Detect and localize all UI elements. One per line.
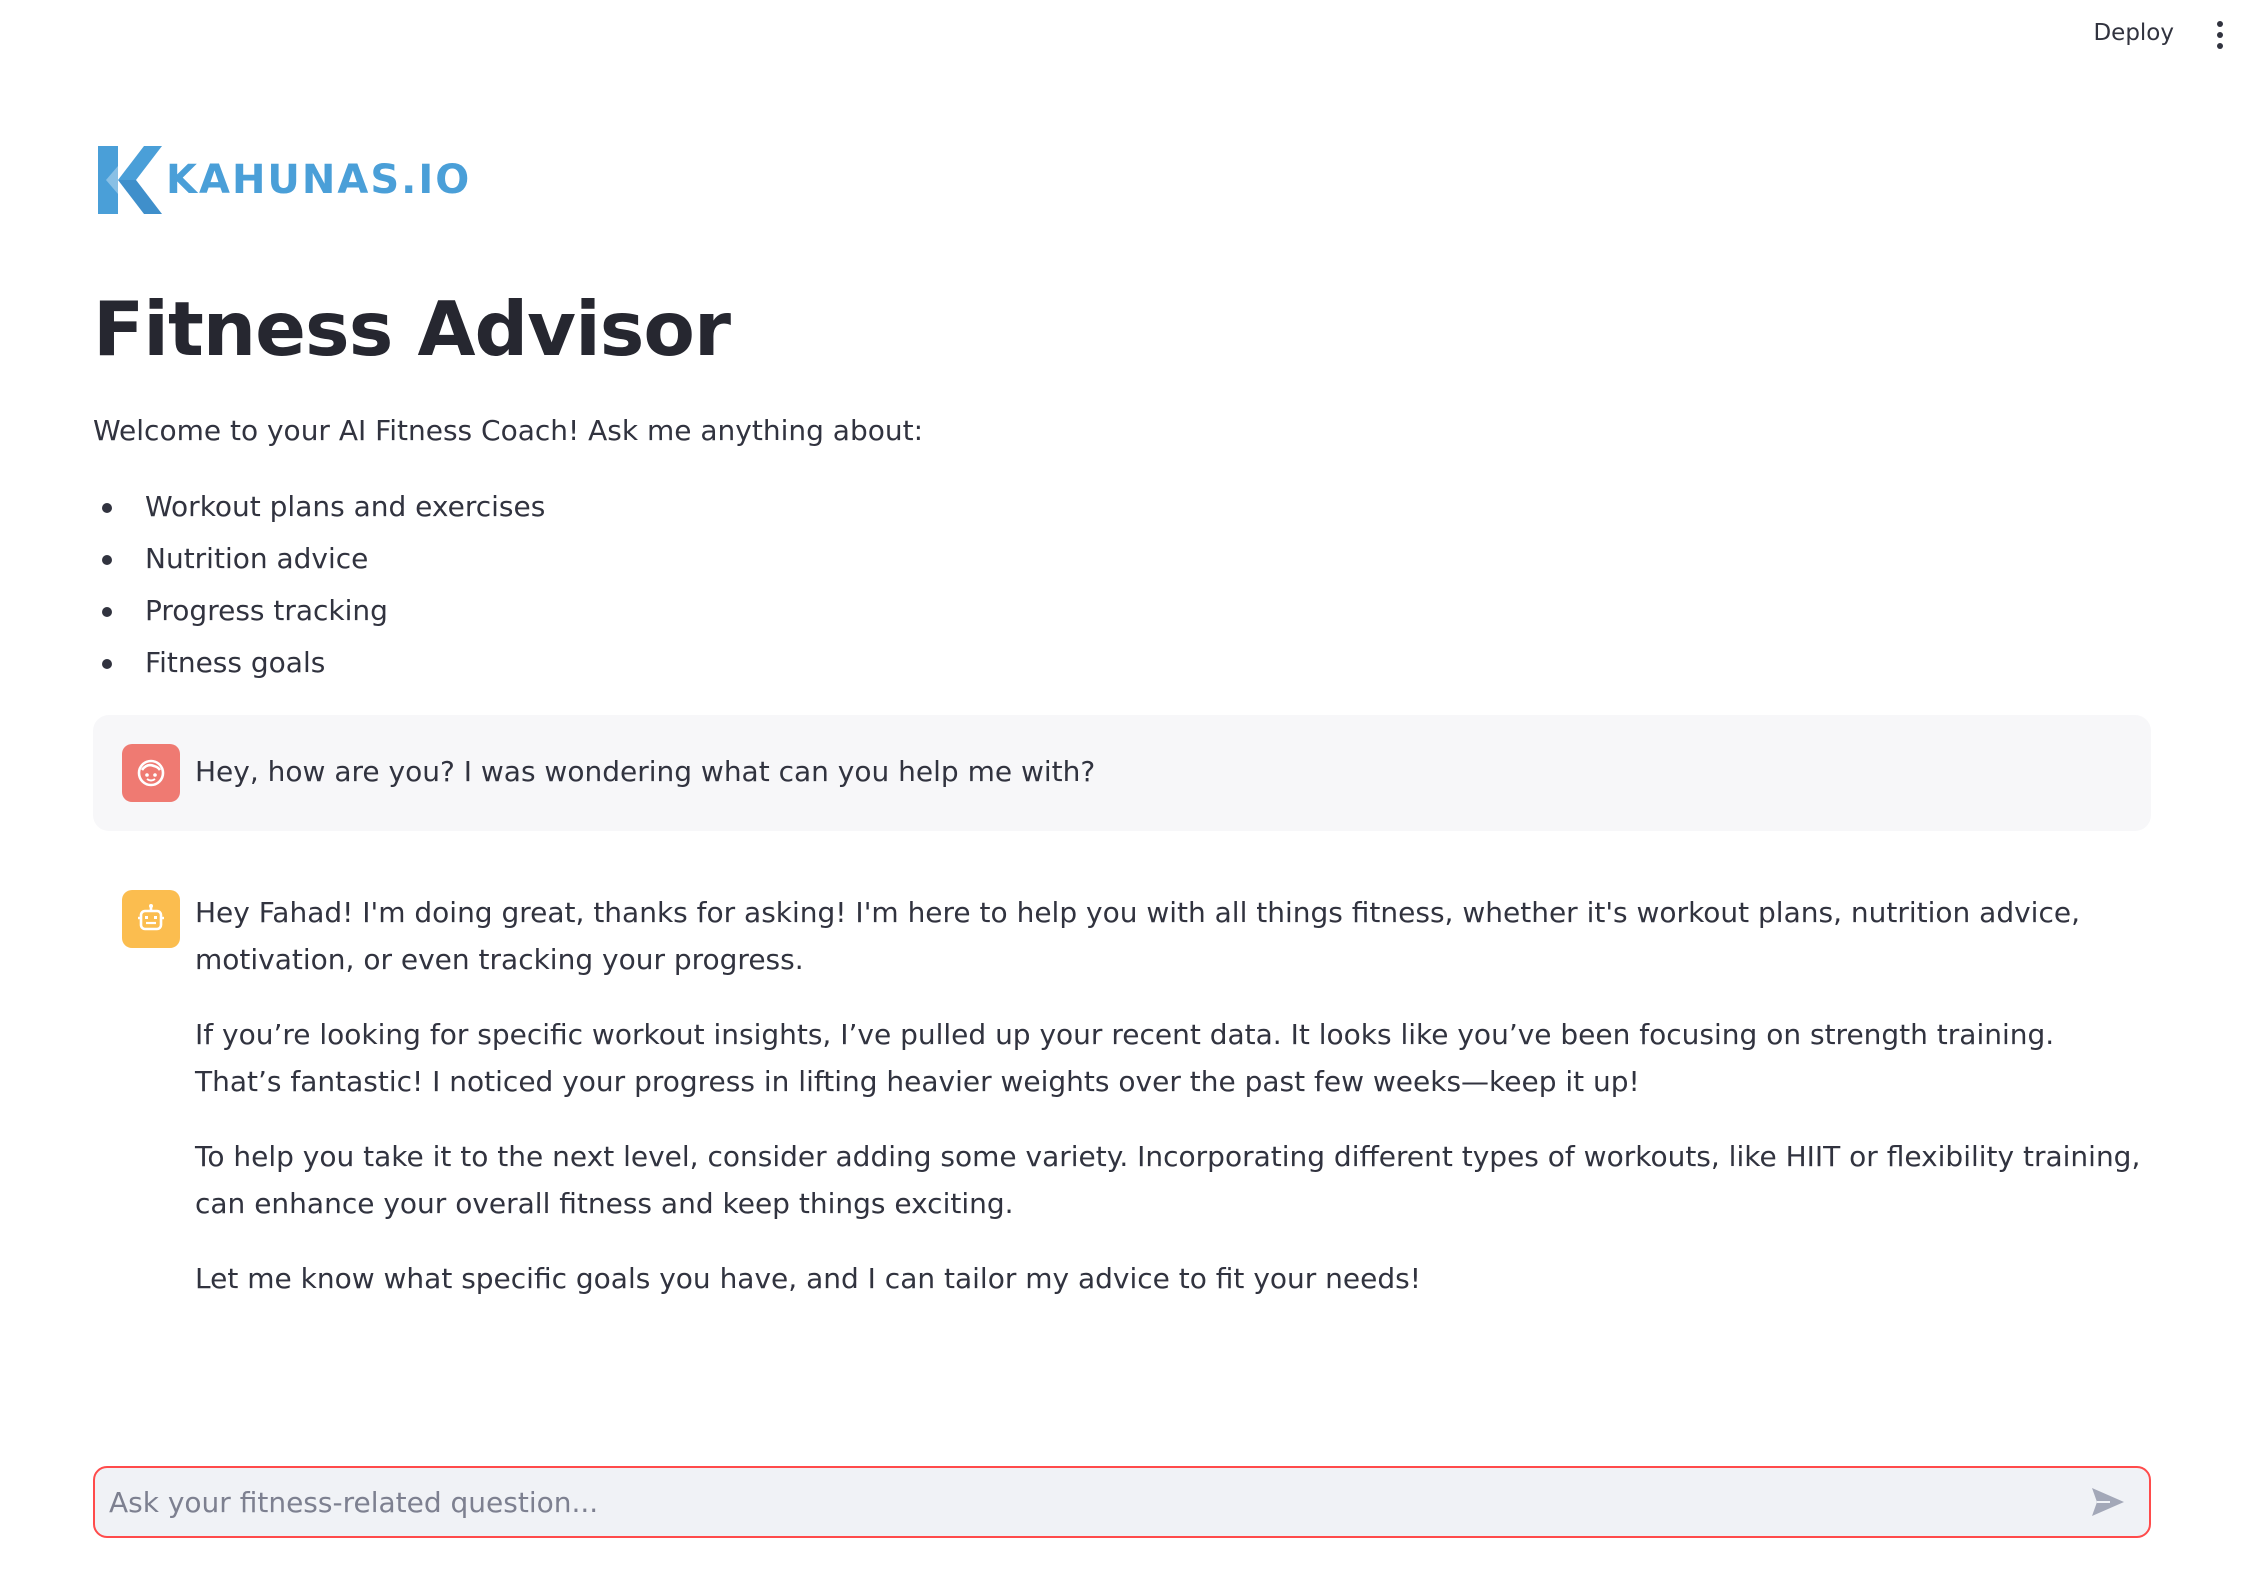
bullet-icon	[102, 607, 112, 617]
bullet-icon	[102, 555, 112, 565]
topic-item: Progress tracking	[93, 591, 545, 643]
assistant-paragraph: Hey Fahad! I'm doing great, thanks for a…	[195, 896, 2080, 976]
send-icon[interactable]	[2087, 1482, 2129, 1522]
kahunas-k-logo-icon	[98, 146, 162, 214]
more-vertical-icon[interactable]	[2200, 14, 2240, 56]
bullet-icon	[102, 503, 112, 513]
chat-message-assistant: Hey Fahad! I'm doing great, thanks for a…	[93, 861, 2151, 1301]
bullet-icon	[102, 659, 112, 669]
assistant-paragraph: Let me know what specific goals you have…	[195, 1262, 1421, 1295]
page-title: Fitness Advisor	[93, 285, 731, 373]
topic-item: Workout plans and exercises	[93, 487, 545, 539]
assistant-paragraph: To help you take it to the next level, c…	[195, 1140, 2141, 1220]
logo-text: KAHUNAS.IO	[166, 157, 472, 203]
robot-icon	[122, 890, 180, 948]
topic-item: Nutrition advice	[93, 539, 545, 591]
topic-item: Fitness goals	[93, 643, 545, 695]
user-message-text: Hey, how are you? I was wondering what c…	[195, 755, 1096, 788]
user-face-icon	[122, 744, 180, 802]
assistant-message-body: Hey Fahad! I'm doing great, thanks for a…	[195, 889, 2145, 1330]
topic-list: Workout plans and exercises Nutrition ad…	[93, 487, 545, 695]
intro-text: Welcome to your AI Fitness Coach! Ask me…	[93, 414, 924, 447]
assistant-paragraph: If you’re looking for specific workout i…	[195, 1018, 2055, 1098]
chat-input[interactable]	[109, 1468, 2059, 1536]
app-page: Deploy KAHUNAS.IO Fitness Advisor Welcom…	[0, 0, 2254, 1586]
kahunas-logo: KAHUNAS.IO	[96, 142, 471, 218]
deploy-button[interactable]: Deploy	[2083, 14, 2184, 52]
chat-message-user: Hey, how are you? I was wondering what c…	[93, 715, 2151, 831]
chat-input-container	[93, 1466, 2151, 1538]
